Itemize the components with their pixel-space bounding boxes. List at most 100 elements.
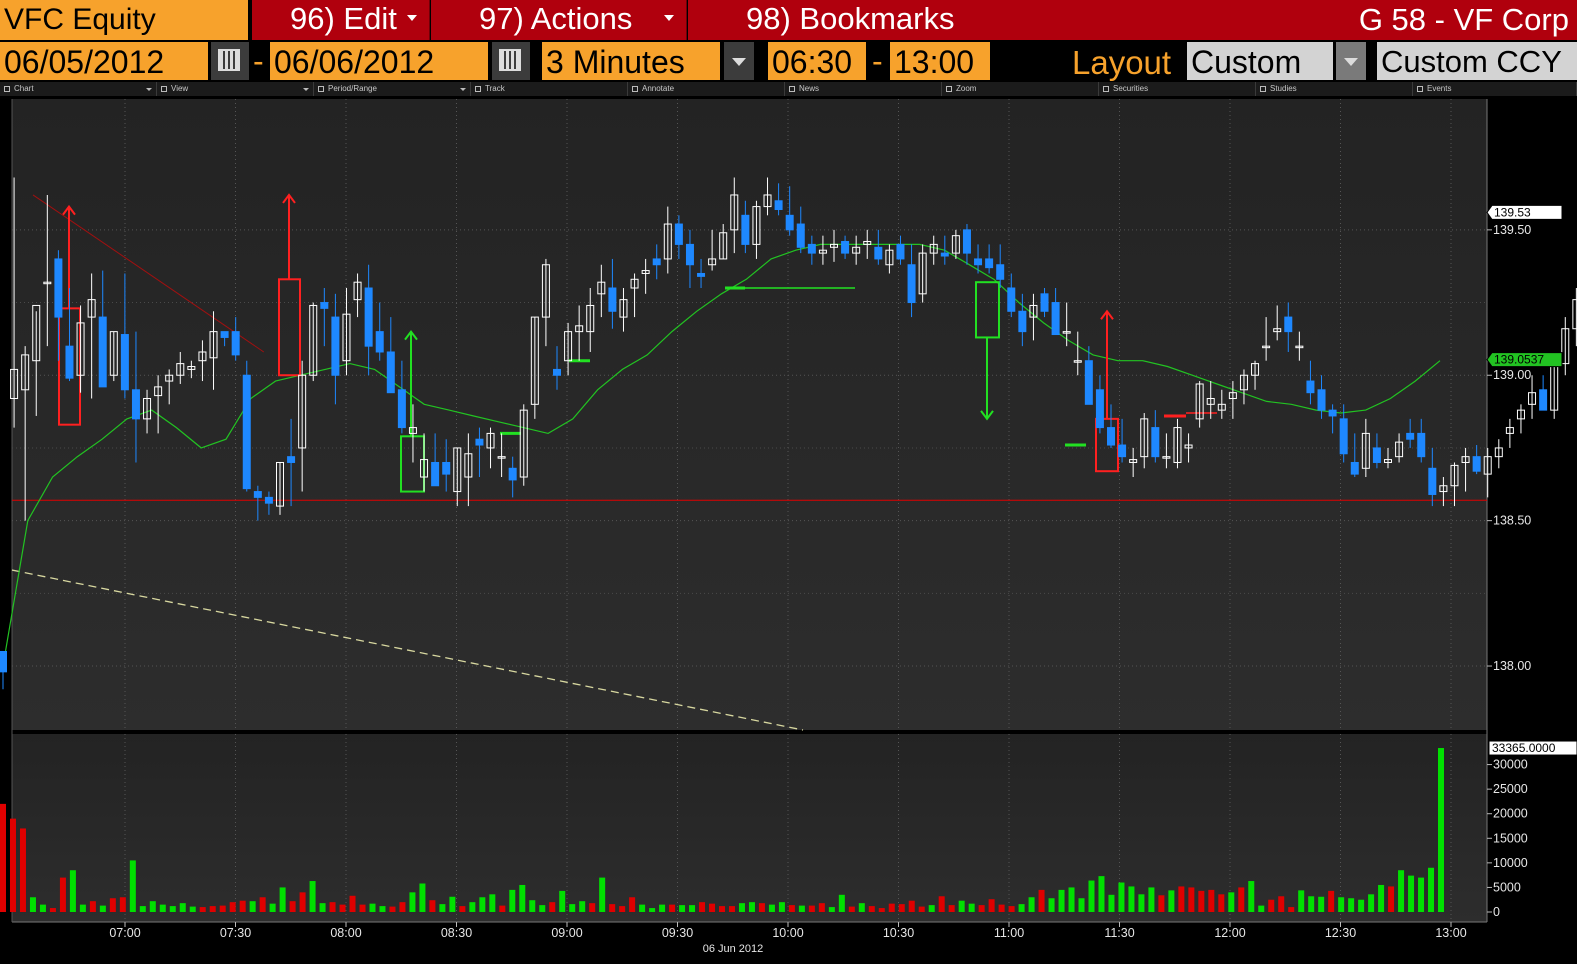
candle-body-down [475,438,484,446]
volume-bar [1238,887,1245,912]
volume-bar [449,896,456,912]
candle-body-down [120,334,129,391]
x-tick-label: 12:00 [1214,926,1245,940]
candle-body-down [985,258,994,269]
volume-bar [219,905,226,912]
candle-body-down [1007,287,1016,312]
candle-body-down [1107,427,1115,446]
volume-bar [369,903,376,912]
volume-bar [269,903,276,912]
volume-bar [748,902,755,912]
candle [242,360,251,492]
volume-bar [359,904,366,912]
volume-bar [339,904,346,912]
volume-bar [139,906,146,912]
volume-bar [1068,887,1075,912]
volume-bar [669,904,676,912]
volume-bar [1078,898,1085,912]
volume-tick-label: 30000 [1493,758,1528,772]
volume-bar [1138,894,1145,912]
volume-bar [988,899,995,912]
volume-bar [1168,890,1175,912]
volume-bar [719,906,725,912]
candle-body-down [608,287,617,312]
volume-tick-label: 5000 [1493,880,1521,894]
volume-bar [689,905,696,912]
volume-last-tag-text: 33365.0000 [1492,741,1556,755]
volume-bar [1248,881,1255,912]
volume-bar [898,904,905,912]
volume-bar [519,884,526,912]
volume-bar [639,904,646,912]
volume-bar [1218,894,1225,912]
volume-bar [129,860,136,912]
volume-bar [659,904,666,912]
candle-body-down [320,302,329,309]
candle-body-down [841,240,850,254]
volume-bar [1408,875,1415,912]
volume-bar [419,883,426,912]
volume-bar [928,905,935,912]
volume-tick-label: 25000 [1493,782,1528,796]
candle-body-down [98,316,107,388]
last-price-tag: 139.53 [1486,204,1563,220]
volume-bar [908,900,915,912]
volume-bar [179,903,186,912]
volume-tick-label: 10000 [1493,856,1528,870]
volume-bar [189,906,196,912]
candle-body-down [896,243,905,260]
volume-bar [808,905,815,912]
candle-body-down [1472,456,1481,472]
volume-bar [39,904,46,912]
x-tick-label: 08:30 [441,926,472,940]
x-tick-label: 12:30 [1325,926,1356,940]
volume-bar [49,908,56,912]
y-tick-label: 138.00 [1493,659,1531,673]
candle-body-down [1306,380,1315,394]
x-tick-label: 07:30 [220,926,251,940]
candle-body-down [231,331,240,356]
x-date-label: 06 Jun 2012 [703,943,764,955]
volume-bar [399,902,406,912]
volume-bar [249,901,256,912]
candle-body-down [1040,293,1049,312]
volume-bar [888,903,895,912]
candle-body-down [697,272,706,277]
candle-body-down [253,491,262,498]
volume-bar [1358,899,1365,912]
volume-bar [1308,896,1315,912]
volume-bar [1188,887,1195,912]
volume-bar [319,903,326,912]
volume-bar [1028,897,1035,912]
volume-bar [828,907,835,912]
volume-bar [1128,886,1135,912]
price-volume-chart[interactable]: 07:00 07:30 08:00 08:30 09:00 09:30 10:00 10:30… [0,0,1577,964]
volume-bar [349,895,356,912]
volume-bar [59,877,66,912]
moving-average-tag: 139.0537 [1486,352,1563,368]
volume-bar [1178,886,1185,912]
volume-tick-label: 20000 [1493,807,1528,821]
candle-body-down [741,214,750,245]
volume-bar [379,906,386,912]
volume-bar [1198,890,1205,912]
volume-bar [1048,898,1055,912]
volume-bar [1278,896,1285,912]
candle-body-down [1151,427,1160,458]
volume-bar [479,897,486,912]
volume-bar [998,904,1005,912]
candle-body-down [996,264,1005,280]
moving-average-tag-text: 139.0537 [1494,353,1544,367]
volume-bar [878,908,885,912]
volume-bar [1328,890,1335,912]
candle-body-down [874,246,883,260]
candle-body-down [1284,316,1293,333]
candle-body-down [1428,467,1437,495]
y-tick-label: 138.50 [1493,514,1531,528]
volume-bar [619,906,626,912]
volume-bar [699,902,706,912]
volume-bar [89,901,96,912]
candle-body-down [331,316,340,376]
volume-bar [489,894,496,912]
volume-bar [409,892,416,912]
